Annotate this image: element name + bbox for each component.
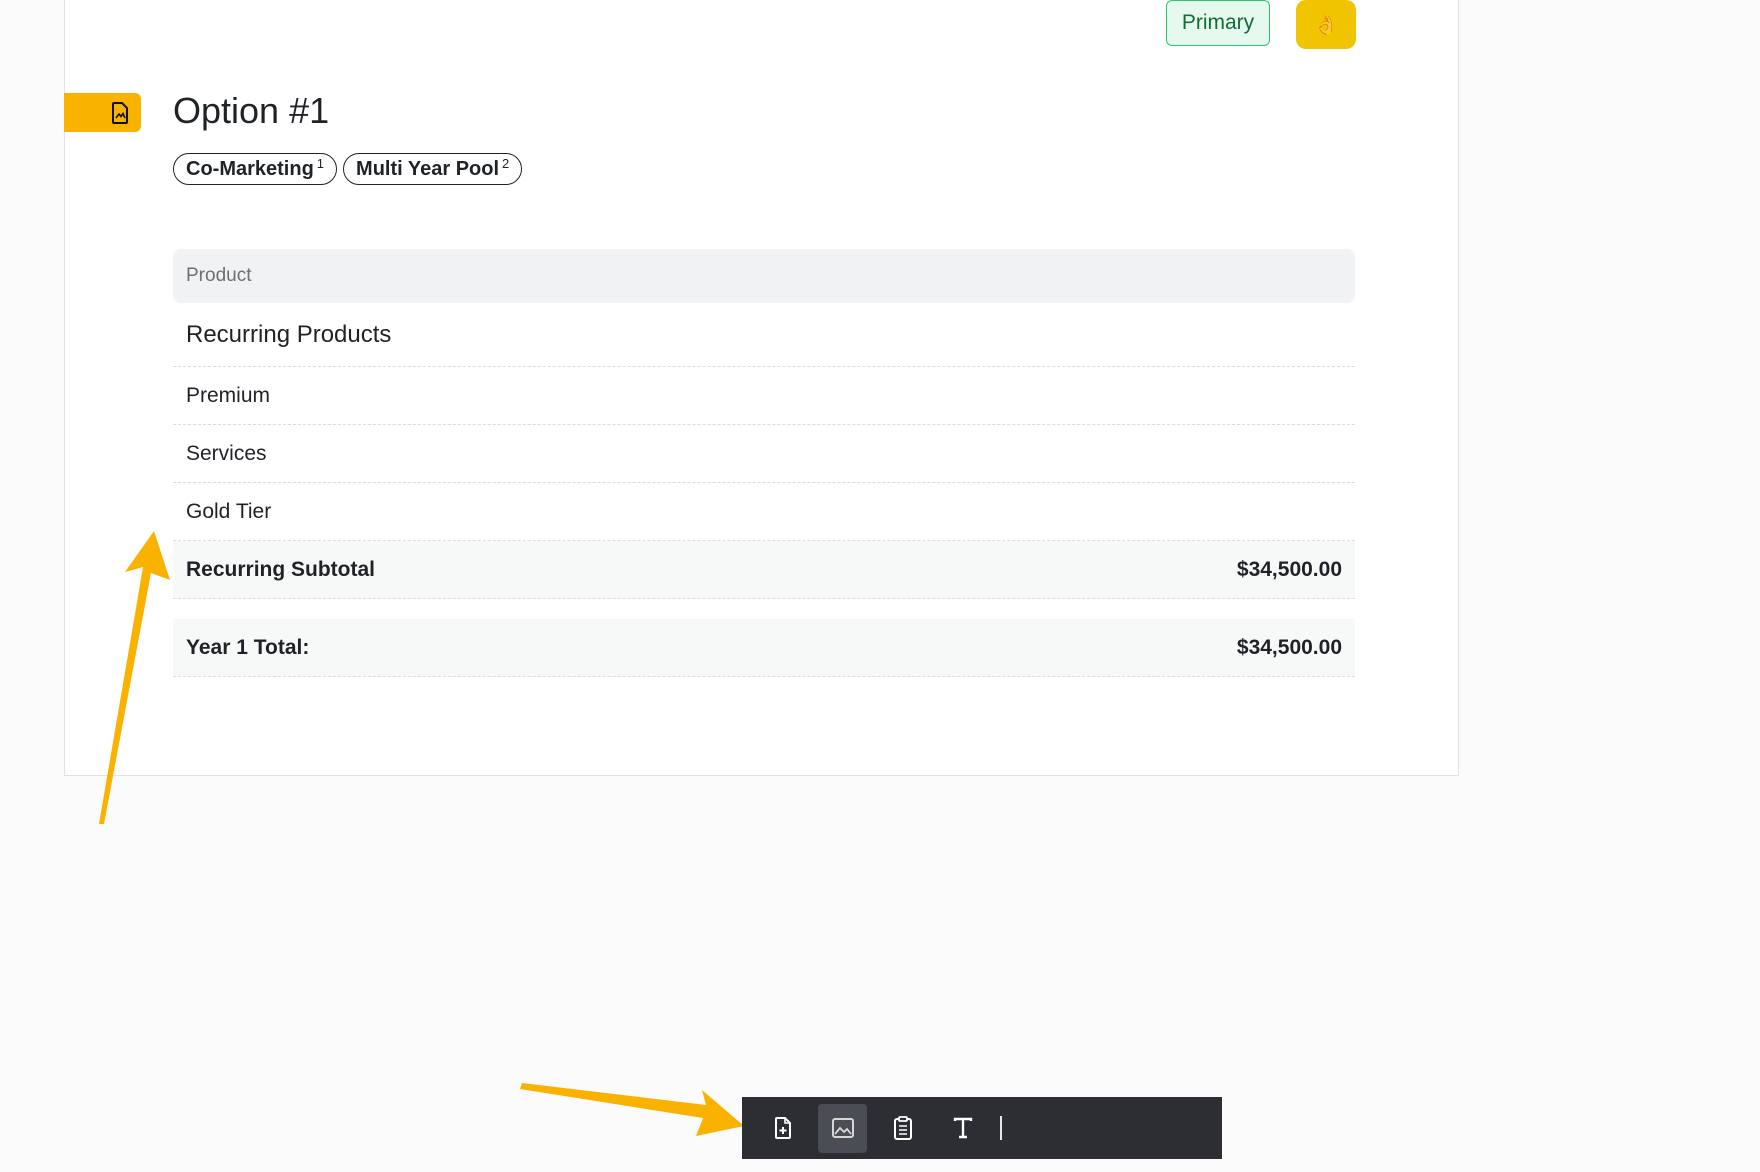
- product-name: Premium: [186, 383, 271, 407]
- ok-hand-icon: 👌: [1313, 14, 1339, 36]
- clipboard-button[interactable]: [878, 1104, 927, 1153]
- product-table: Product Recurring Products Premium Servi…: [173, 249, 1355, 677]
- total-value: $34,500.00: [1236, 635, 1342, 659]
- tag-label: Multi Year Pool: [356, 157, 500, 180]
- tag-count: 2: [502, 155, 510, 171]
- group-row-recurring-products: Recurring Products: [173, 303, 1355, 367]
- text-tool-button[interactable]: [938, 1104, 987, 1153]
- text-icon: [953, 1117, 972, 1139]
- image-icon: [831, 1118, 854, 1138]
- tag-co-marketing[interactable]: Co-Marketing 1: [173, 153, 338, 185]
- subtotal-label: Recurring Subtotal: [186, 557, 376, 581]
- toolbar-separator: [1000, 1116, 1002, 1140]
- insert-image-button[interactable]: [818, 1103, 867, 1153]
- bottom-toolbar: [742, 1097, 1222, 1159]
- table-row[interactable]: Premium: [173, 367, 1355, 425]
- add-document-icon: [774, 1117, 791, 1139]
- clipboard-icon: [893, 1116, 912, 1140]
- tag-label: Co-Marketing: [186, 157, 314, 180]
- ok-hand-button[interactable]: 👌: [1296, 0, 1356, 49]
- recurring-subtotal-row: Recurring Subtotal $34,500.00: [173, 541, 1355, 599]
- table-row[interactable]: Services: [173, 425, 1355, 483]
- document-icon: [112, 101, 128, 124]
- option-document-tab[interactable]: [64, 93, 141, 132]
- annotation-arrow-right: [520, 1083, 744, 1136]
- product-name: Services: [186, 441, 267, 465]
- group-title: Recurring Products: [186, 320, 392, 348]
- total-label: Year 1 Total:: [186, 635, 310, 659]
- option-tags: Co-Marketing 1 Multi Year Pool 2: [173, 153, 523, 185]
- product-name: Gold Tier: [186, 499, 272, 523]
- year-total-row: Year 1 Total: $34,500.00: [173, 619, 1355, 677]
- subtotal-value: $34,500.00: [1236, 557, 1342, 581]
- add-document-button[interactable]: [758, 1104, 807, 1153]
- option-title: Option #1: [173, 90, 330, 131]
- tag-multi-year-pool[interactable]: Multi Year Pool 2: [343, 153, 523, 185]
- tag-count: 1: [316, 155, 325, 171]
- table-header-product: Product: [173, 249, 1355, 303]
- table-row[interactable]: Gold Tier: [173, 483, 1355, 541]
- primary-status-badge[interactable]: Primary: [1166, 0, 1270, 46]
